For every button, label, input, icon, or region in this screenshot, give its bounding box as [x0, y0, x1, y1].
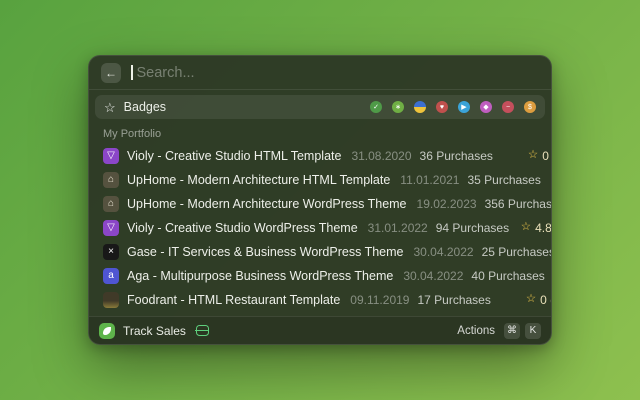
item-rating-group: ☆ 4.83 (12) — [517, 221, 552, 235]
star-outline-icon: ☆ — [104, 101, 116, 114]
badges-row[interactable]: ☆ Badges ✓ ∗ ♥ ▶ ◆−$ — [95, 95, 545, 119]
item-title: Violy - Creative Studio WordPress Theme — [127, 221, 358, 235]
item-rating: 0 (1) — [542, 149, 552, 163]
command-palette-window: ← Search... ☆ Badges ✓ ∗ ♥ ▶ ◆−$ My Portfoli… — [88, 55, 552, 345]
envato-leaf-icon — [99, 323, 115, 339]
extension-name: Track Sales — [123, 324, 186, 338]
blue-arrow-badge: ▶ — [458, 101, 470, 113]
back-button[interactable]: ← — [101, 63, 121, 83]
portfolio-item[interactable]: a Aga - Multipurpose Business WordPress … — [95, 264, 545, 288]
badges-label: Badges — [124, 100, 166, 114]
portfolio-item[interactable]: ▽ Violy - Creative Studio HTML Template … — [95, 144, 545, 168]
star-icon: ☆ — [521, 222, 531, 234]
text-caret — [131, 65, 133, 80]
item-date: 09.11.2019 — [350, 293, 409, 307]
item-title: UpHome - Modern Architecture WordPress T… — [127, 197, 407, 211]
item-purchase-count: 36 Purchases — [420, 149, 493, 163]
item-thumbnail: ▽ — [103, 220, 119, 236]
red-minus-badge: − — [502, 101, 514, 113]
footer-bar: Track Sales Actions ⌘ K — [89, 316, 551, 344]
red-heart-badge: ♥ — [436, 101, 448, 113]
item-purchase-count: 356 Purchases — [485, 197, 552, 211]
green-leaf-badge: ∗ — [392, 101, 404, 113]
leaf-glyph — [103, 327, 111, 335]
item-title: Gase - IT Services & Business WordPress … — [127, 245, 404, 259]
item-date: 30.04.2022 — [414, 245, 474, 259]
sales-tracker-icon — [196, 325, 209, 336]
item-purchase-count: 25 Purchases — [482, 245, 552, 259]
badge-icon-list: ✓ ∗ ♥ ▶ ◆−$ — [370, 101, 536, 113]
search-input[interactable]: Search... — [137, 65, 195, 81]
item-rating: 4.83 (12) — [535, 221, 552, 235]
item-title: Violy - Creative Studio HTML Template — [127, 149, 341, 163]
tracker-line — [195, 330, 209, 332]
item-title: Foodrant - HTML Restaurant Template — [127, 293, 340, 307]
portfolio-item[interactable]: ⌂ UpHome - Modern Architecture WordPress… — [95, 192, 545, 216]
green-check-badge: ✓ — [370, 101, 382, 113]
item-date: 11.01.2021 — [400, 173, 459, 187]
section-label-my-portfolio: My Portfolio — [103, 128, 537, 140]
item-rating-group: ☆ 0 (0) — [499, 293, 552, 307]
star-icon: ☆ — [528, 150, 538, 162]
portfolio-item[interactable]: ▽ Violy - Creative Studio WordPress Them… — [95, 216, 545, 240]
portfolio-item[interactable]: ⌂ UpHome - Modern Architecture HTML Temp… — [95, 168, 545, 192]
star-icon: ☆ — [526, 294, 536, 306]
item-thumbnail: × — [103, 244, 119, 260]
ukraine-flag-badge — [414, 101, 426, 113]
item-purchase-count: 35 Purchases — [467, 173, 540, 187]
portfolio-list: ▽ Violy - Creative Studio HTML Template … — [89, 144, 551, 316]
item-date: 31.01.2022 — [368, 221, 428, 235]
item-purchase-count: 17 Purchases — [417, 293, 490, 307]
item-date: 30.04.2022 — [403, 269, 463, 283]
item-title: Aga - Multipurpose Business WordPress Th… — [127, 269, 393, 283]
item-title: UpHome - Modern Architecture HTML Templa… — [127, 173, 390, 187]
pink-diamond-badge: ◆ — [480, 101, 492, 113]
item-date: 31.08.2020 — [351, 149, 411, 163]
k-keycap[interactable]: K — [525, 323, 541, 339]
actions-button[interactable]: Actions — [457, 325, 495, 337]
item-thumbnail: ▽ — [103, 148, 119, 164]
portfolio-item[interactable]: × Gase - IT Services & Business WordPres… — [95, 240, 545, 264]
item-rating-group: ☆ 0 (1) — [501, 149, 552, 163]
footer-actions: Actions ⌘ K — [457, 323, 541, 339]
item-date: 19.02.2023 — [417, 197, 477, 211]
search-bar[interactable]: ← Search... — [89, 56, 551, 90]
item-rating-group: ☆ 0 (0) — [549, 173, 552, 187]
item-purchase-count: 40 Purchases — [471, 269, 544, 283]
item-thumbnail: a — [103, 268, 119, 284]
item-thumbnail: ⌂ — [103, 196, 119, 212]
item-rating: 0 (0) — [540, 293, 552, 307]
cmd-keycap[interactable]: ⌘ — [504, 323, 520, 339]
item-thumbnail: ⌂ — [103, 172, 119, 188]
item-thumbnail — [103, 292, 119, 308]
item-purchase-count: 94 Purchases — [436, 221, 509, 235]
gold-dollar-badge: $ — [524, 101, 536, 113]
portfolio-item[interactable]: Foodrant - HTML Restaurant Template 09.1… — [95, 288, 545, 312]
